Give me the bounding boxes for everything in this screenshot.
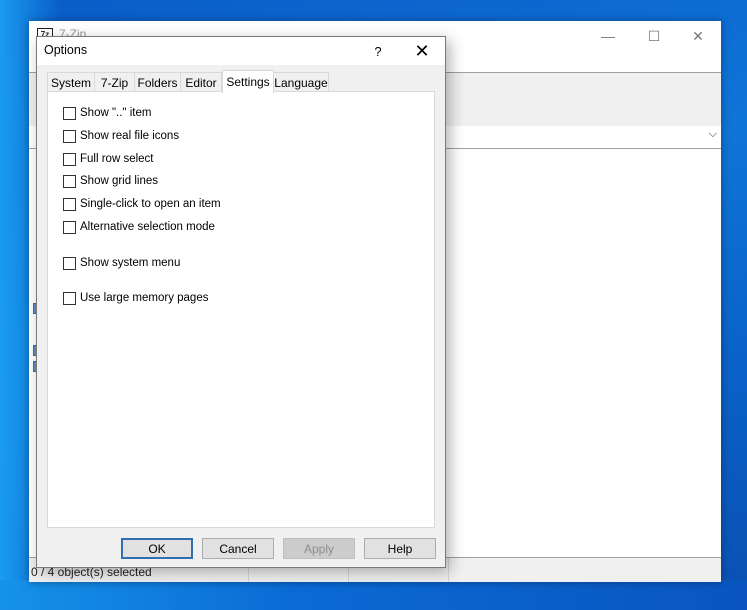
checkbox-label: Use large memory pages bbox=[80, 292, 209, 304]
checkbox[interactable] bbox=[63, 106, 76, 120]
tab-language[interactable]: Language bbox=[273, 72, 329, 92]
checkbox-label: Single-click to open an item bbox=[80, 198, 221, 210]
ok-button[interactable]: OK bbox=[121, 538, 193, 559]
close-icon: ✕ bbox=[692, 27, 704, 44]
checkbox-label: Show grid lines bbox=[80, 175, 158, 187]
help-button[interactable]: ? bbox=[363, 40, 393, 62]
desktop-background-bottom bbox=[0, 580, 747, 610]
tab-editor[interactable]: Editor bbox=[180, 72, 222, 92]
tab-folders[interactable]: Folders bbox=[134, 72, 181, 92]
checkbox[interactable] bbox=[63, 197, 76, 211]
options-tabs: System 7-Zip Folders Editor Settings Lan… bbox=[47, 70, 437, 93]
settings-panel: Show ".." item Show real file icons Full… bbox=[47, 91, 435, 528]
checkbox[interactable] bbox=[63, 129, 76, 143]
status-divider bbox=[448, 558, 449, 582]
question-icon: ? bbox=[374, 43, 382, 59]
checkbox-label: Full row select bbox=[80, 153, 154, 165]
checkbox-label: Show ".." item bbox=[80, 107, 152, 119]
setting-use-large-memory-pages[interactable]: Use large memory pages bbox=[63, 290, 208, 306]
maximize-button[interactable]: ☐ bbox=[631, 21, 677, 51]
setting-alternative-selection-mode[interactable]: Alternative selection mode bbox=[63, 219, 215, 235]
checkbox[interactable] bbox=[63, 152, 76, 166]
dialog-title: Options bbox=[44, 43, 88, 57]
chevron-down-icon[interactable]: ⌵ bbox=[709, 128, 717, 141]
dialog-close-button[interactable]: ✕ bbox=[407, 39, 437, 63]
apply-button: Apply bbox=[283, 538, 355, 559]
setting-show-system-menu[interactable]: Show system menu bbox=[63, 255, 180, 271]
checkbox-label: Show system menu bbox=[80, 257, 181, 269]
cancel-button[interactable]: Cancel bbox=[202, 538, 274, 559]
setting-single-click-open[interactable]: Single-click to open an item bbox=[63, 196, 221, 212]
checkbox[interactable] bbox=[63, 220, 76, 234]
setting-full-row-select[interactable]: Full row select bbox=[63, 151, 154, 167]
options-dialog: Options ? ✕ System 7-Zip Folders Editor … bbox=[36, 36, 446, 568]
tab-settings[interactable]: Settings bbox=[222, 70, 274, 93]
setting-show-dotdot-item[interactable]: Show ".." item bbox=[63, 105, 151, 121]
dialog-titlebar[interactable]: Options ? ✕ bbox=[37, 37, 445, 65]
setting-show-real-file-icons[interactable]: Show real file icons bbox=[63, 128, 179, 144]
minimize-icon: — bbox=[601, 28, 615, 44]
help-dialog-button[interactable]: Help bbox=[364, 538, 436, 559]
checkbox[interactable] bbox=[63, 174, 76, 188]
maximize-icon: ☐ bbox=[647, 27, 661, 44]
tab-7zip[interactable]: 7-Zip bbox=[94, 72, 135, 92]
minimize-button[interactable]: — bbox=[585, 21, 631, 51]
checkbox-label: Alternative selection mode bbox=[80, 221, 215, 233]
tab-system[interactable]: System bbox=[47, 72, 95, 92]
checkbox-label: Show real file icons bbox=[80, 130, 180, 142]
close-window-button[interactable]: ✕ bbox=[675, 21, 721, 51]
checkbox[interactable] bbox=[63, 291, 76, 305]
checkbox[interactable] bbox=[63, 256, 76, 270]
setting-show-grid-lines[interactable]: Show grid lines bbox=[63, 173, 158, 189]
close-icon: ✕ bbox=[414, 40, 430, 61]
